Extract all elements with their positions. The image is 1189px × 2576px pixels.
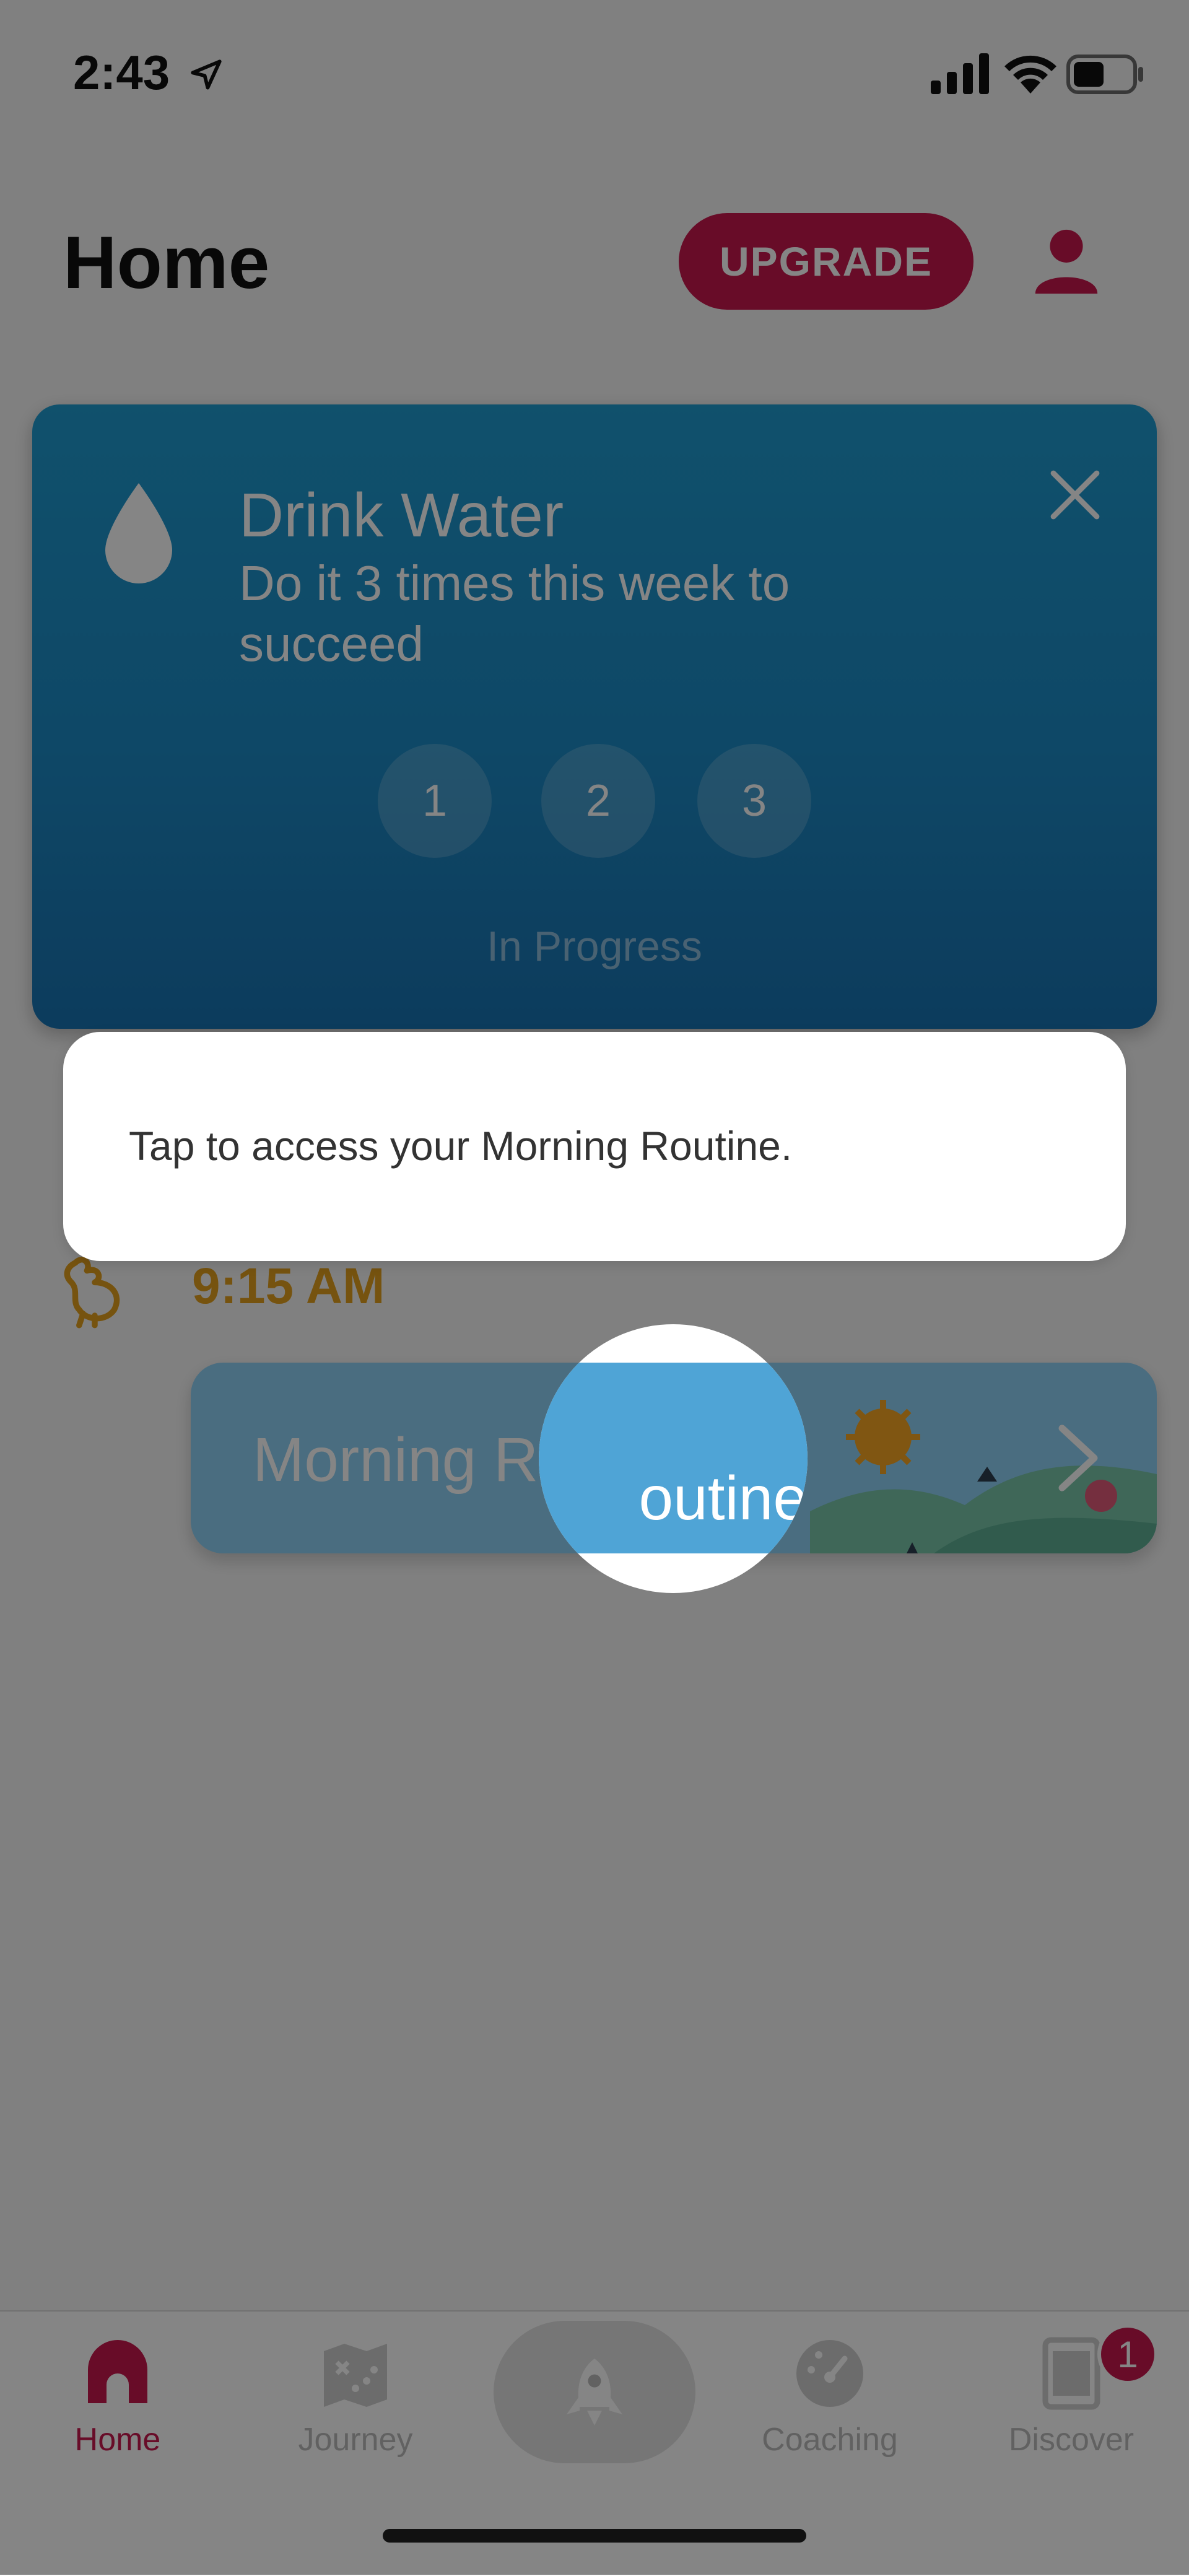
status-time: 2:43 bbox=[73, 45, 170, 100]
tab-rocket[interactable] bbox=[494, 2321, 695, 2463]
close-icon[interactable] bbox=[1044, 464, 1106, 526]
wifi-icon bbox=[1004, 55, 1056, 94]
challenge-subtitle: Do it 3 times this week to succeed bbox=[239, 556, 790, 671]
tablet-icon bbox=[1042, 2337, 1100, 2410]
home-icon bbox=[88, 2340, 147, 2403]
onboarding-tooltip[interactable]: Tap to access your Morning Routine. bbox=[63, 1032, 1126, 1261]
profile-icon[interactable] bbox=[1029, 224, 1104, 297]
challenge-steps: 1 2 3 bbox=[378, 744, 848, 858]
tooltip-text: Tap to access your Morning Routine. bbox=[129, 1123, 793, 1169]
cellular-signal-icon bbox=[931, 53, 989, 94]
landscape-illustration bbox=[810, 1400, 1157, 1553]
map-icon bbox=[324, 2344, 387, 2407]
step-3[interactable]: 3 bbox=[697, 744, 811, 858]
challenge-title: Drink Water bbox=[239, 481, 564, 550]
tab-journey[interactable]: Journey bbox=[263, 2336, 448, 2458]
routine-time: 9:15 AM bbox=[192, 1258, 385, 1314]
battery-icon bbox=[1066, 55, 1143, 94]
tab-coaching[interactable]: Coaching bbox=[737, 2336, 923, 2458]
spotlight-tap-target[interactable]: outine bbox=[539, 1324, 808, 1593]
challenge-card[interactable]: Drink Water Do it 3 times this week to s… bbox=[32, 404, 1157, 1029]
location-arrow-icon bbox=[191, 59, 222, 90]
dim-overlay[interactable] bbox=[0, 0, 1189, 2575]
tab-home[interactable]: Home bbox=[25, 2336, 211, 2458]
spotlight-routine-text: outine bbox=[638, 1464, 808, 1533]
water-drop-icon bbox=[105, 483, 172, 583]
step-2[interactable]: 2 bbox=[541, 744, 655, 858]
page-title: Home bbox=[63, 221, 270, 304]
gauge-icon bbox=[796, 2340, 863, 2407]
step-1[interactable]: 1 bbox=[378, 744, 492, 858]
challenge-status: In Progress bbox=[487, 923, 702, 970]
home-indicator bbox=[383, 2529, 806, 2543]
tab-label-home: Home bbox=[74, 2422, 161, 2458]
tab-label-coaching: Coaching bbox=[762, 2422, 898, 2458]
chevron-right-icon bbox=[1058, 1425, 1098, 1491]
spotlight-routine-preview: outine bbox=[539, 1363, 808, 1553]
tab-label-discover: Discover bbox=[1008, 2422, 1135, 2458]
rocket-icon bbox=[567, 2359, 622, 2425]
rooster-icon bbox=[64, 1257, 120, 1329]
notification-badge: 1 bbox=[1097, 2324, 1158, 2385]
upgrade-button[interactable]: UPGRADE bbox=[679, 213, 973, 310]
tab-label-journey: Journey bbox=[298, 2422, 413, 2458]
status-bar: 2:43 bbox=[0, 0, 1189, 142]
